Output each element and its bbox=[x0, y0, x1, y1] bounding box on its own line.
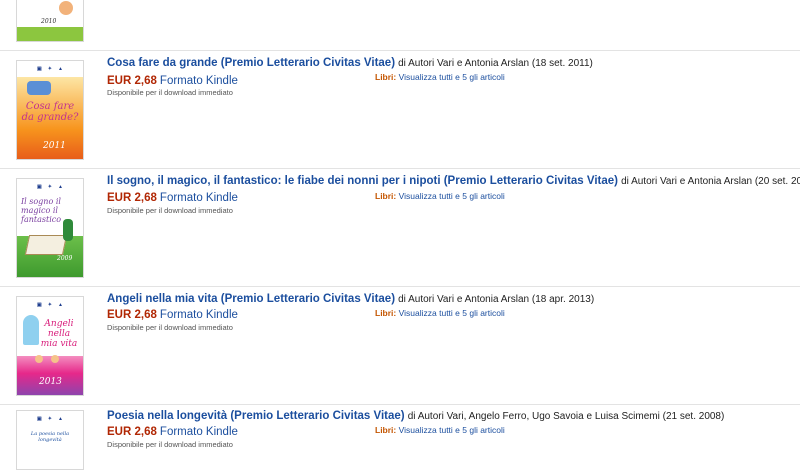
result-byline: di Autori Vari e Antonia Arslan (20 set.… bbox=[621, 176, 800, 187]
category-line: Libri: Visualizza tutti e 5 gli articoli bbox=[375, 308, 505, 318]
book-cover-image[interactable]: ▣ ✦ ▲ Angeli nella mia vita 2013 bbox=[16, 296, 84, 396]
cover-header-logos: ▣ ✦ ▲ bbox=[17, 411, 83, 427]
cover-title: Angeli nella mia vita bbox=[40, 319, 78, 349]
availability-text: Disponibile per il download immediato bbox=[107, 88, 233, 97]
book-cover-image[interactable]: ▣ ✦ ▲ Il sogno il magico il fantastico 200… bbox=[16, 178, 84, 278]
price-line: EUR 2,68 Formato Kindle bbox=[107, 192, 238, 204]
result-row: ▣ ✦ ▲ La poesia nella longevità Poesia nel… bbox=[0, 404, 800, 470]
result-title-link[interactable]: Cosa fare da grande (Premio Letterario C… bbox=[107, 57, 395, 69]
result-row: ▣ ✦ ▲ Il sogno il magico il fantastico 200… bbox=[0, 168, 800, 287]
price: EUR 2,68 bbox=[107, 426, 157, 438]
category-label: Libri: bbox=[375, 191, 397, 201]
result-title-link[interactable]: Poesia nella longevità (Premio Letterari… bbox=[107, 410, 405, 422]
format-link[interactable]: Formato Kindle bbox=[160, 309, 238, 321]
cover-title: La poesia nella longevità bbox=[30, 431, 70, 443]
price-line: EUR 2,68 Formato Kindle bbox=[107, 75, 238, 87]
result-byline: di Autori Vari, Angelo Ferro, Ugo Savoia… bbox=[407, 411, 725, 422]
cover-header-logos: ▣ ✦ ▲ bbox=[17, 297, 83, 313]
category-label: Libri: bbox=[375, 72, 397, 82]
category-line: Libri: Visualizza tutti e 5 gli articoli bbox=[375, 72, 505, 82]
price-line: EUR 2,68 Formato Kindle bbox=[107, 309, 238, 321]
price: EUR 2,68 bbox=[107, 309, 157, 321]
result-row: ▣ ✦ ▲ Cosa fare da grande? 2011 Cosa fare … bbox=[0, 50, 800, 169]
result-row-previous: 2010 bbox=[0, 0, 800, 51]
category-label: Libri: bbox=[375, 425, 397, 435]
format-link[interactable]: Formato Kindle bbox=[160, 75, 238, 87]
result-byline: di Autori Vari e Antonia Arslan (18 apr.… bbox=[398, 294, 595, 305]
book-cover-image[interactable]: 2010 bbox=[16, 0, 84, 42]
result-title-line: Angeli nella mia vita (Premio Letterario… bbox=[107, 293, 594, 305]
result-byline: di Autori Vari e Antonia Arslan (18 set.… bbox=[398, 58, 593, 69]
category-line: Libri: Visualizza tutti e 5 gli articoli bbox=[375, 425, 505, 435]
result-title-link[interactable]: Angeli nella mia vita (Premio Letterario… bbox=[107, 293, 395, 305]
cover-year: 2010 bbox=[41, 18, 57, 25]
availability-text: Disponibile per il download immediato bbox=[107, 440, 233, 449]
cover-title: Cosa fare da grande? bbox=[21, 101, 79, 123]
cover-header-logos: ▣ ✦ ▲ bbox=[17, 179, 83, 195]
cover-year: 2013 bbox=[39, 377, 62, 387]
cover-header-logos: ▣ ✦ ▲ bbox=[17, 61, 83, 77]
format-link[interactable]: Formato Kindle bbox=[160, 192, 238, 204]
view-all-link[interactable]: Visualizza tutti e 5 gli articoli bbox=[399, 308, 505, 318]
result-row: ▣ ✦ ▲ Angeli nella mia vita 2013 Angeli ne… bbox=[0, 286, 800, 405]
availability-text: Disponibile per il download immediato bbox=[107, 323, 233, 332]
cover-year: 2009 bbox=[57, 255, 73, 262]
price: EUR 2,68 bbox=[107, 75, 157, 87]
result-title-line: Il sogno, il magico, il fantastico: le f… bbox=[107, 175, 800, 187]
category-line: Libri: Visualizza tutti e 5 gli articoli bbox=[375, 191, 505, 201]
price-line: EUR 2,68 Formato Kindle bbox=[107, 426, 238, 438]
view-all-link[interactable]: Visualizza tutti e 5 gli articoli bbox=[399, 72, 505, 82]
format-link[interactable]: Formato Kindle bbox=[160, 426, 238, 438]
book-cover-image[interactable]: ▣ ✦ ▲ La poesia nella longevità bbox=[16, 410, 84, 470]
result-title-line: Poesia nella longevità (Premio Letterari… bbox=[107, 410, 724, 422]
cover-year: 2011 bbox=[43, 141, 66, 151]
result-title-line: Cosa fare da grande (Premio Letterario C… bbox=[107, 57, 593, 69]
availability-text: Disponibile per il download immediato bbox=[107, 206, 233, 215]
price: EUR 2,68 bbox=[107, 192, 157, 204]
view-all-link[interactable]: Visualizza tutti e 5 gli articoli bbox=[399, 425, 505, 435]
view-all-link[interactable]: Visualizza tutti e 5 gli articoli bbox=[399, 191, 505, 201]
result-title-link[interactable]: Il sogno, il magico, il fantastico: le f… bbox=[107, 175, 618, 187]
category-label: Libri: bbox=[375, 308, 397, 318]
book-cover-image[interactable]: ▣ ✦ ▲ Cosa fare da grande? 2011 bbox=[16, 60, 84, 160]
